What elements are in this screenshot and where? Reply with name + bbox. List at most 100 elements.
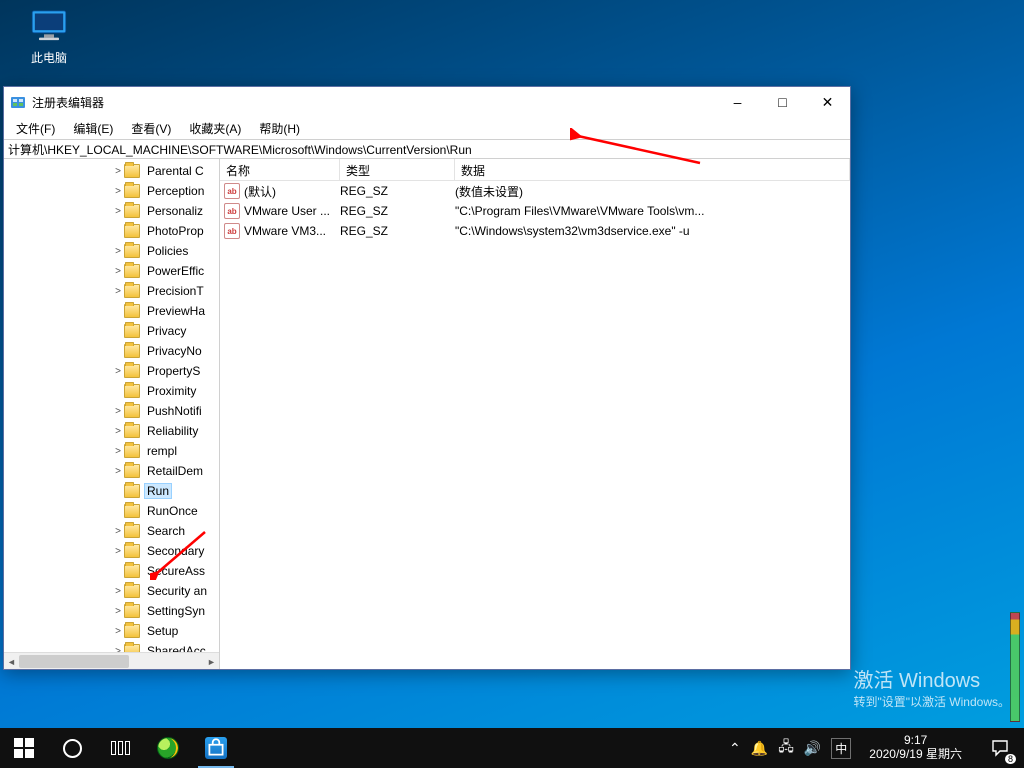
value-name: VMware User ... xyxy=(244,204,340,218)
tree-item-perception[interactable]: >Perception xyxy=(4,181,219,201)
tree-item-privacyno[interactable]: >PrivacyNo xyxy=(4,341,219,361)
folder-icon xyxy=(124,324,140,338)
tree-item-run[interactable]: >Run xyxy=(4,481,219,501)
expander-icon[interactable]: > xyxy=(112,186,124,197)
expander-icon[interactable]: > xyxy=(112,526,124,537)
taskbar-app-store[interactable] xyxy=(192,728,240,768)
col-header-name[interactable]: 名称 xyxy=(220,159,340,180)
tree-item-securityan[interactable]: >Security an xyxy=(4,581,219,601)
tree-item-proximity[interactable]: >Proximity xyxy=(4,381,219,401)
scroll-right-button[interactable]: ► xyxy=(204,653,219,670)
tree-item-sharedacc[interactable]: >SharedAcc xyxy=(4,641,219,652)
tree-item-parentalc[interactable]: >Parental C xyxy=(4,161,219,181)
expander-icon[interactable]: > xyxy=(112,446,124,457)
taskbar-app-ie[interactable] xyxy=(144,728,192,768)
tree-item-powereffic[interactable]: >PowerEffic xyxy=(4,261,219,281)
tree-item-personaliz[interactable]: > Personaliz xyxy=(4,201,219,221)
value-row[interactable]: abVMware VM3...REG_SZ"C:\Windows\system3… xyxy=(220,221,850,241)
tree-item-settingsyn[interactable]: >SettingSyn xyxy=(4,601,219,621)
desktop-icon-this-pc[interactable]: 此电脑 xyxy=(14,6,84,66)
watermark-title: 激活 Windows xyxy=(853,664,1010,693)
expander-icon[interactable]: > xyxy=(112,366,124,377)
values-list[interactable]: ab(默认)REG_SZ(数值未设置)abVMware User ...REG_… xyxy=(220,181,850,669)
notifications-icon[interactable]: 🔔 xyxy=(751,740,768,757)
menubar: 文件(F) 编辑(E) 查看(V) 收藏夹(A) 帮助(H) xyxy=(4,117,850,139)
menu-help[interactable]: 帮助(H) xyxy=(251,118,308,139)
ime-indicator[interactable]: 中 xyxy=(831,738,851,759)
tree-item-previewha[interactable]: >PreviewHa xyxy=(4,301,219,321)
menu-edit[interactable]: 编辑(E) xyxy=(65,118,121,139)
tree-item-label: RunOnce xyxy=(144,503,201,519)
tree-item-runonce[interactable]: >RunOnce xyxy=(4,501,219,521)
scroll-left-button[interactable]: ◄ xyxy=(4,653,19,670)
folder-icon xyxy=(124,564,140,578)
expander-icon[interactable]: > xyxy=(112,586,124,597)
watermark-subtitle: 转到"设置"以激活 Windows。 xyxy=(853,693,1010,710)
values-header[interactable]: 名称 类型 数据 xyxy=(220,159,850,181)
expander-icon[interactable]: > xyxy=(112,546,124,557)
regedit-icon xyxy=(10,94,26,110)
cortana-icon xyxy=(63,739,82,758)
tree-item-search[interactable]: >Search xyxy=(4,521,219,541)
menu-file[interactable]: 文件(F) xyxy=(8,118,63,139)
taskbar-clock[interactable]: 9:17 2020/9/19 星期六 xyxy=(861,731,970,765)
tree-item-privacy[interactable]: >Privacy xyxy=(4,321,219,341)
action-center-button[interactable]: 8 xyxy=(980,728,1020,768)
tree-item-setup[interactable]: >Setup xyxy=(4,621,219,641)
tree-item-label: SharedAcc xyxy=(144,643,209,652)
volume-icon[interactable]: 🔊 xyxy=(804,740,821,757)
close-button[interactable]: ✕ xyxy=(805,87,850,117)
folder-icon xyxy=(124,364,140,378)
value-row[interactable]: ab(默认)REG_SZ(数值未设置) xyxy=(220,181,850,201)
col-header-data[interactable]: 数据 xyxy=(455,159,850,180)
tree-item-retaildem[interactable]: >RetailDem xyxy=(4,461,219,481)
tree-item-label: Run xyxy=(144,483,172,499)
tree-item-policies[interactable]: >Policies xyxy=(4,241,219,261)
expander-icon[interactable]: > xyxy=(112,166,124,177)
expander-icon[interactable]: > xyxy=(112,606,124,617)
tree-item-photoprop[interactable]: >PhotoProp xyxy=(4,221,219,241)
expander-icon[interactable]: > xyxy=(112,246,124,257)
cortana-button[interactable] xyxy=(48,728,96,768)
tree-item-secondary[interactable]: > Secondary xyxy=(4,541,219,561)
folder-icon xyxy=(124,184,140,198)
taskview-icon xyxy=(111,741,130,755)
maximize-button[interactable]: □ xyxy=(760,87,805,117)
taskbar: ⌃ 🔔 🖧 🔊 中 9:17 2020/9/19 星期六 8 xyxy=(0,728,1024,768)
expander-icon[interactable]: > xyxy=(112,406,124,417)
minimize-button[interactable]: – xyxy=(715,87,760,117)
scroll-thumb[interactable] xyxy=(19,655,129,668)
tree-item-propertys[interactable]: >PropertyS xyxy=(4,361,219,381)
taskview-button[interactable] xyxy=(96,728,144,768)
tray-overflow-button[interactable]: ⌃ xyxy=(729,740,741,757)
string-value-icon: ab xyxy=(224,203,240,219)
tree-item-rempl[interactable]: >rempl xyxy=(4,441,219,461)
tree-item-label: PhotoProp xyxy=(144,223,207,239)
tree-horiz-scrollbar[interactable]: ◄ ► xyxy=(4,652,219,669)
folder-icon xyxy=(124,544,140,558)
window-title: 注册表编辑器 xyxy=(32,94,715,111)
col-header-type[interactable]: 类型 xyxy=(340,159,455,180)
tree-item-pushnotifi[interactable]: >PushNotifi xyxy=(4,401,219,421)
tree-item-reliability[interactable]: >Reliability xyxy=(4,421,219,441)
expander-icon[interactable]: > xyxy=(112,286,124,297)
expander-icon[interactable]: > xyxy=(112,206,124,217)
titlebar[interactable]: 注册表编辑器 – □ ✕ xyxy=(4,87,850,117)
tree-item-label: Personaliz xyxy=(144,203,206,219)
address-bar[interactable]: 计算机\HKEY_LOCAL_MACHINE\SOFTWARE\Microsof… xyxy=(4,139,850,159)
tree-item-label: Secondary xyxy=(144,543,207,559)
tree-item-precisiont[interactable]: >PrecisionT xyxy=(4,281,219,301)
registry-tree[interactable]: >Parental C>Perception>Personaliz>PhotoP… xyxy=(4,159,219,652)
value-row[interactable]: abVMware User ...REG_SZ"C:\Program Files… xyxy=(220,201,850,221)
start-button[interactable] xyxy=(0,728,48,768)
expander-icon[interactable]: > xyxy=(112,426,124,437)
menu-favorites[interactable]: 收藏夹(A) xyxy=(181,118,249,139)
tree-item-label: SecureAss xyxy=(144,563,208,579)
network-icon[interactable]: 🖧 xyxy=(778,736,794,760)
menu-view[interactable]: 查看(V) xyxy=(123,118,179,139)
expander-icon[interactable]: > xyxy=(112,466,124,477)
windows-logo-icon xyxy=(14,738,34,758)
expander-icon[interactable]: > xyxy=(112,266,124,277)
expander-icon[interactable]: > xyxy=(112,626,124,637)
tree-item-secureass[interactable]: >SecureAss xyxy=(4,561,219,581)
